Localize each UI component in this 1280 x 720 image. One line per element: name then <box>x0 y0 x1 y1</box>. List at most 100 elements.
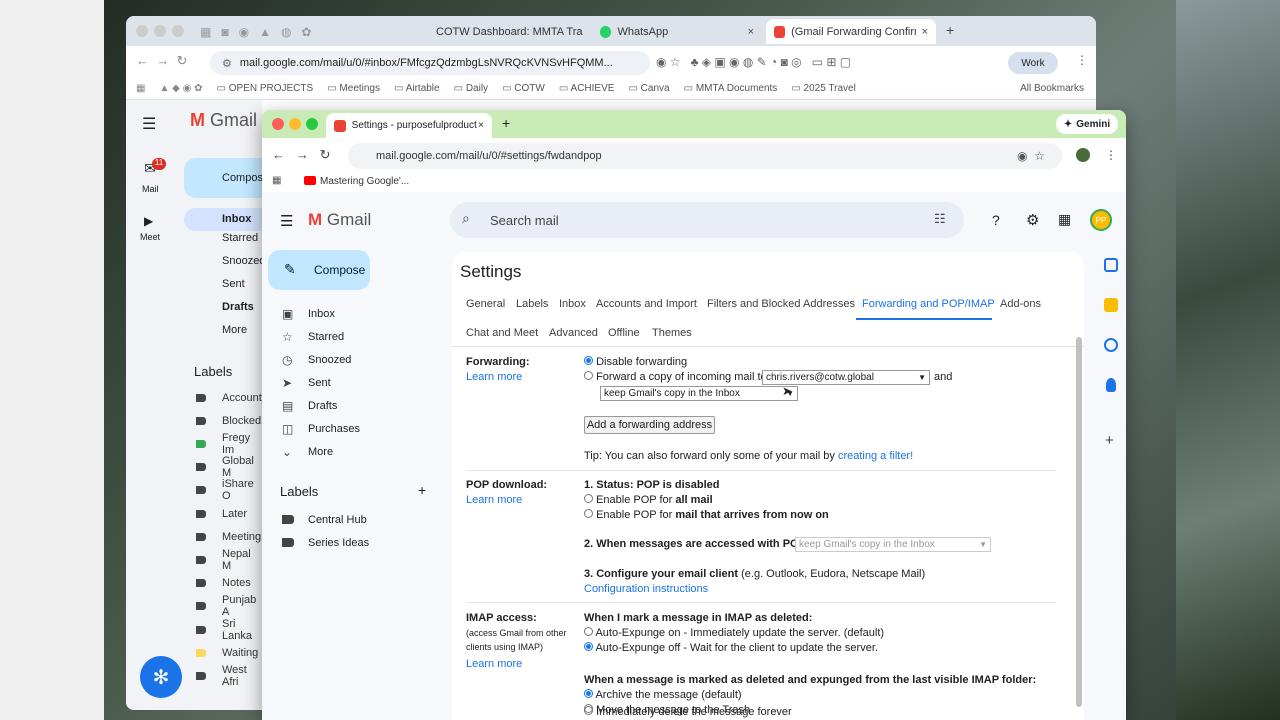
label-item[interactable]: Central Hub <box>262 508 446 531</box>
keep-icon[interactable] <box>1104 298 1118 312</box>
bookmark-icons[interactable]: ▲ ◆ ◉ ✿ <box>159 83 202 94</box>
nav-purchases[interactable]: ◫ Purchases <box>262 417 446 440</box>
add-label-icon[interactable]: + <box>418 482 426 498</box>
back-label-item[interactable]: Global M <box>126 455 262 479</box>
apps-icon[interactable]: ▦ <box>136 83 145 94</box>
gmail-logo[interactable]: M Gmail <box>190 110 257 131</box>
bookmark-folder[interactable]: COTW <box>502 83 545 94</box>
close-icon[interactable] <box>136 25 148 37</box>
tab-advanced[interactable]: Advanced <box>549 327 598 339</box>
compose-button[interactable]: ✎ Compose <box>268 250 370 290</box>
back-nav-drafts[interactable]: Drafts <box>222 301 254 313</box>
expunge-on-option[interactable]: Auto-Expunge on - Immediately update the… <box>584 627 884 639</box>
back-nav-more[interactable]: More <box>222 324 247 336</box>
add-forwarding-address-button[interactable]: Add a forwarding address <box>584 416 715 434</box>
eye-star-icons[interactable]: ◉ ☆ <box>1017 149 1045 163</box>
back-label-item[interactable]: Blocked <box>126 409 262 432</box>
forward-copy-radio[interactable] <box>584 371 593 380</box>
pop-learn-more[interactable]: Learn more <box>466 494 522 506</box>
bookmark-folder[interactable]: 2025 Travel <box>791 83 856 94</box>
disable-forwarding-radio[interactable] <box>584 356 593 365</box>
expunge-off-radio[interactable] <box>584 642 593 651</box>
nav-snoozed[interactable]: ◷ Snoozed <box>262 348 446 371</box>
back-nav-inbox[interactable]: Inbox <box>184 208 264 231</box>
pop-now-radio[interactable] <box>584 509 593 518</box>
nav-back-forward-reload-icons[interactable]: ← → ↻ <box>272 147 331 163</box>
account-avatar[interactable]: PP <box>1090 209 1112 231</box>
tab-cotw-dashboard[interactable]: COTW Dashboard: MMTA Tra× <box>422 19 588 44</box>
bookmark-folder[interactable]: OPEN PROJECTS <box>216 83 313 94</box>
forward-address-select[interactable]: chris.rivers@cotw.global ▼ <box>762 370 930 385</box>
help-icon[interactable]: ? <box>992 212 1000 228</box>
tab-accounts[interactable]: Accounts and Import <box>596 298 697 310</box>
pop-all-mail-option[interactable]: Enable POP for all mail <box>584 494 713 506</box>
hamburger-icon[interactable]: ☰ <box>280 212 293 230</box>
pop-accessed-select[interactable]: keep Gmail's copy in the Inbox ▼ <box>795 537 991 552</box>
forward-copy-option[interactable]: Forward a copy of incoming mail to <box>584 371 767 383</box>
bookmark-link[interactable]: Mastering Google'... <box>320 176 409 187</box>
nav-starred[interactable]: ☆ Starred <box>262 325 446 348</box>
menu-icon[interactable]: ⋮ <box>1105 148 1117 162</box>
delete-forever-label-row[interactable]: Immediately delete the message forever <box>584 706 792 718</box>
disable-forwarding-option[interactable]: Disable forwarding <box>584 356 687 368</box>
apps-icon[interactable]: ▦ <box>272 175 281 186</box>
minimize-window-icon[interactable] <box>289 118 301 130</box>
expunge-off-option[interactable]: Auto-Expunge off - Wait for the client t… <box>584 642 878 654</box>
tab-whatsapp[interactable]: WhatsApp × <box>592 19 762 44</box>
search-icon[interactable]: ⌕ <box>462 210 470 227</box>
pop-all-radio[interactable] <box>584 494 593 503</box>
imap-learn-more[interactable]: Learn more <box>466 658 522 670</box>
front-url-field[interactable]: mail.google.com/mail/u/0/#settings/fwdan… <box>348 143 1062 169</box>
new-tab-icon[interactable]: + <box>502 115 510 131</box>
nav-sent[interactable]: ➤ Sent <box>262 371 446 394</box>
back-label-item[interactable]: Fregy Im <box>126 432 262 456</box>
add-addon-icon[interactable]: + <box>1105 432 1114 449</box>
contacts-icon[interactable] <box>1106 378 1116 392</box>
bookmark-folder[interactable]: MMTA Documents <box>684 83 778 94</box>
nav-inbox[interactable]: ▣ Inbox <box>262 302 446 325</box>
forwarding-learn-more[interactable]: Learn more <box>466 371 522 383</box>
back-label-item[interactable]: Account <box>126 386 262 409</box>
tab-chat-meet[interactable]: Chat and Meet <box>466 327 538 339</box>
pinned-tabs[interactable]: ▦ ◙ ◉ ▲ ◍ ✿ <box>192 19 422 44</box>
bookmark-folder[interactable]: ACHIEVE <box>559 83 615 94</box>
bookmark-folder[interactable]: Canva <box>628 83 670 94</box>
archive-radio[interactable] <box>584 689 593 698</box>
bookmark-folder[interactable]: Meetings <box>327 83 380 94</box>
back-label-item[interactable]: Sri Lanka <box>126 618 262 642</box>
close-icon[interactable]: × <box>922 26 928 38</box>
hamburger-icon[interactable]: ☰ <box>142 114 156 134</box>
maximize-window-icon[interactable] <box>306 118 318 130</box>
apps-grid-icon[interactable]: ▦ <box>1058 211 1071 228</box>
tab-inbox[interactable]: Inbox <box>559 298 586 310</box>
tasks-icon[interactable] <box>1104 338 1118 352</box>
label-item[interactable]: Series Ideas <box>262 531 446 554</box>
close-icon[interactable]: × <box>748 26 754 38</box>
back-label-item[interactable]: Nepal M <box>126 548 262 572</box>
tab-addons[interactable]: Add-ons <box>1000 298 1041 310</box>
back-label-item[interactable]: Meeting <box>126 525 262 548</box>
bookmark-folder[interactable]: Daily <box>454 83 488 94</box>
back-nav-snoozed[interactable]: Snoozed <box>222 255 265 267</box>
tab-general[interactable]: General <box>466 298 505 310</box>
gmail-logo[interactable]: M Gmail <box>308 210 371 230</box>
bookmark-folder[interactable]: Airtable <box>394 83 440 94</box>
profile-button[interactable]: Work <box>1008 52 1058 74</box>
back-label-item[interactable]: iShare O <box>126 478 262 502</box>
back-url-field[interactable]: ⚙ mail.google.com/mail/u/0/#inbox/FMfcgzQ… <box>210 51 650 75</box>
back-nav-starred[interactable]: Starred <box>222 232 258 244</box>
tab-themes[interactable]: Themes <box>652 327 692 339</box>
back-compose-button[interactable]: Compose <box>184 158 274 198</box>
new-tab-icon[interactable]: + <box>946 22 954 38</box>
filter-options-icon[interactable]: ☷ <box>934 211 946 227</box>
close-window-icon[interactable] <box>272 118 284 130</box>
nav-more[interactable]: ⌄ More <box>262 440 446 463</box>
back-nav-sent[interactable]: Sent <box>222 278 245 290</box>
expunge-on-radio[interactable] <box>584 627 593 636</box>
search-input[interactable]: ⌕ Search mail ☷ <box>450 202 964 238</box>
pop-from-now-option[interactable]: Enable POP for mail that arrives from no… <box>584 509 829 521</box>
configuration-instructions-link[interactable]: Configuration instructions <box>584 583 708 595</box>
extension-icons[interactable]: ◉ ☆ ♣ ◈ ▣ ◉ ◍ ✎ ◔ ◙ ◎ ▭ ⊞ ▢ <box>656 55 851 69</box>
all-bookmarks[interactable]: All Bookmarks <box>1020 83 1084 94</box>
close-icon[interactable]: × <box>478 120 484 131</box>
